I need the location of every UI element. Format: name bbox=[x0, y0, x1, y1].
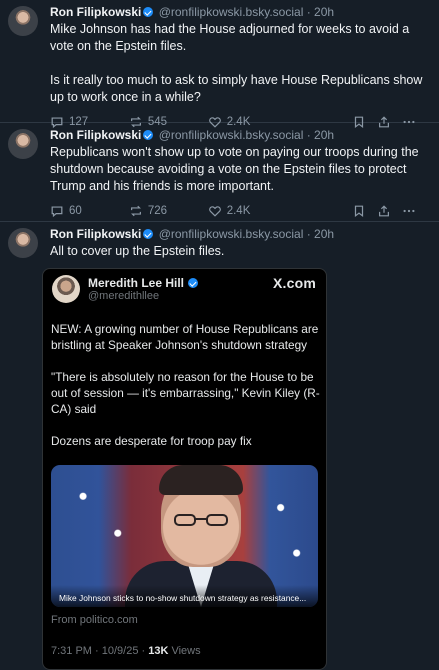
timestamp[interactable]: 20h bbox=[314, 227, 334, 241]
reply-count: 60 bbox=[69, 205, 82, 217]
author-handle[interactable]: @ronfilipkowski.bsky.social bbox=[159, 227, 304, 241]
embed-meta: 7:31 PM · 10/9/25 · 13K Views bbox=[51, 645, 201, 657]
verified-icon bbox=[143, 229, 154, 239]
share-icon bbox=[378, 205, 389, 217]
embed-author-handle: @meredithllee bbox=[88, 290, 160, 302]
like-icon bbox=[208, 206, 221, 217]
verified-icon bbox=[188, 278, 199, 288]
repost-icon bbox=[130, 205, 141, 217]
photo-glasses bbox=[174, 514, 228, 526]
timestamp[interactable]: 20h bbox=[314, 128, 334, 142]
verified-icon bbox=[143, 7, 154, 17]
view-count: 13K bbox=[148, 645, 169, 657]
embed-author-label: Meredith Lee Hill bbox=[88, 276, 185, 290]
photo-hair bbox=[159, 465, 243, 495]
post-header: Ron Filipkowski @ronfilipkowski.bsky.soc… bbox=[50, 226, 427, 242]
like-count: 2.4K bbox=[226, 205, 251, 217]
bookmark-button[interactable] bbox=[352, 204, 377, 218]
post-1[interactable]: Ron Filipkowski @ronfilipkowski.bsky.soc… bbox=[0, 0, 439, 129]
post-header: Ron Filipkowski @ronfilipkowski.bsky.soc… bbox=[50, 127, 427, 143]
views-label: Views bbox=[168, 645, 201, 657]
post-3[interactable]: Ron Filipkowski @ronfilipkowski.bsky.soc… bbox=[0, 222, 439, 670]
more-button[interactable] bbox=[402, 204, 427, 218]
link-preview-image[interactable]: Mike Johnson sticks to no-show shutdown … bbox=[51, 465, 318, 607]
post-actions: 60 726 2.4K bbox=[50, 198, 427, 224]
separator: · bbox=[306, 227, 311, 241]
avatar[interactable] bbox=[8, 228, 38, 258]
like-button[interactable]: 2.4K bbox=[208, 204, 352, 218]
share-button[interactable] bbox=[377, 204, 402, 218]
bookmark-icon bbox=[354, 205, 364, 218]
avatar[interactable] bbox=[8, 129, 38, 159]
post-header: Ron Filipkowski @ronfilipkowski.bsky.soc… bbox=[50, 4, 427, 20]
repost-count: 726 bbox=[147, 205, 168, 217]
author-name[interactable]: Ron Filipkowski bbox=[50, 128, 141, 142]
embed-avatar[interactable] bbox=[52, 275, 80, 303]
post-text: Republicans won't show up to vote on pay… bbox=[50, 145, 419, 193]
more-icon bbox=[403, 209, 415, 213]
timestamp[interactable]: 20h bbox=[314, 5, 334, 19]
author-name[interactable]: Ron Filipkowski bbox=[50, 5, 141, 19]
link-preview-title: Mike Johnson sticks to no-show shutdown … bbox=[59, 593, 307, 603]
x-logo: X.com bbox=[272, 275, 316, 291]
link-source[interactable]: From politico.com bbox=[51, 614, 138, 626]
link-preview-caption: Mike Johnson sticks to no-show shutdown … bbox=[51, 585, 318, 607]
embed-author-name[interactable]: Meredith Lee Hill bbox=[88, 276, 200, 290]
separator: · bbox=[306, 128, 311, 142]
reply-icon bbox=[51, 206, 63, 218]
post-text: All to cover up the Epstein files. bbox=[50, 244, 225, 258]
post-text: Mike Johnson has had the House adjourned… bbox=[50, 22, 423, 104]
author-handle[interactable]: @ronfilipkowski.bsky.social bbox=[159, 5, 304, 19]
embed-datetime: 7:31 PM · 10/9/25 · bbox=[51, 645, 149, 657]
repost-button[interactable]: 726 bbox=[129, 204, 208, 218]
embed-text: NEW: A growing number of House Republica… bbox=[51, 322, 320, 448]
post-2[interactable]: Ron Filipkowski @ronfilipkowski.bsky.soc… bbox=[0, 123, 439, 222]
verified-icon bbox=[143, 130, 154, 140]
avatar[interactable] bbox=[8, 6, 38, 36]
author-name[interactable]: Ron Filipkowski bbox=[50, 227, 141, 241]
separator: · bbox=[306, 5, 311, 19]
embedded-post-card[interactable]: Meredith Lee Hill @meredithllee X.com NE… bbox=[42, 268, 327, 670]
reply-button[interactable]: 60 bbox=[50, 204, 129, 218]
author-handle[interactable]: @ronfilipkowski.bsky.social bbox=[159, 128, 304, 142]
